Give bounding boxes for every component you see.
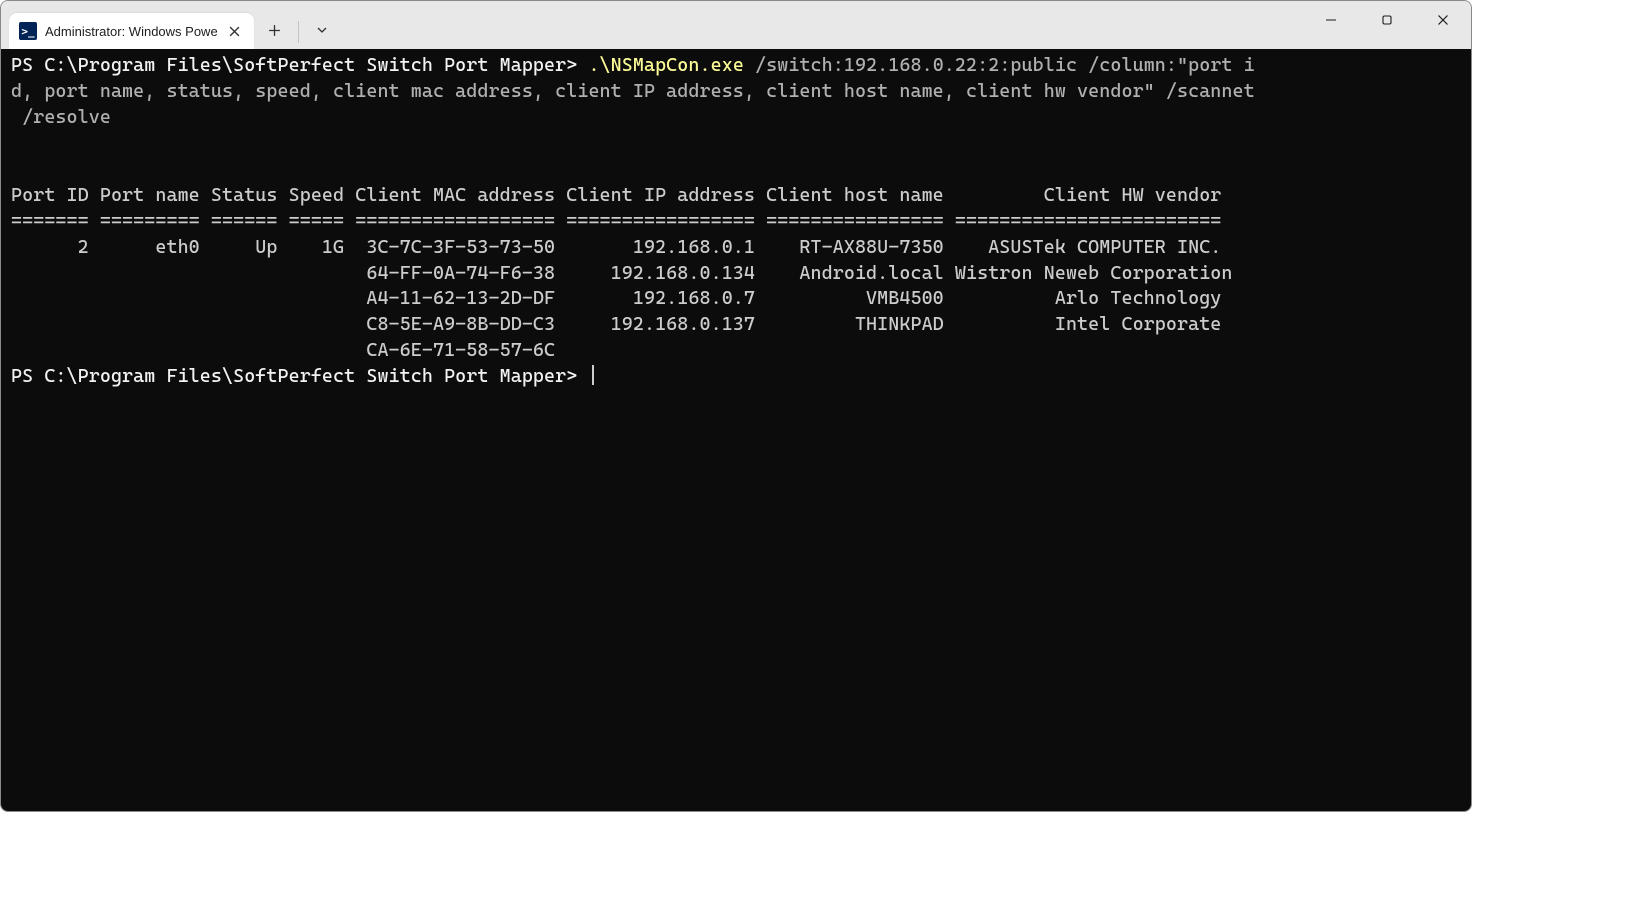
titlebar[interactable]: >_ Administrator: Windows Powe <box>1 1 1471 49</box>
command-args-3: /resolve <box>11 107 111 128</box>
new-tab-button[interactable] <box>254 13 296 47</box>
prompt: PS C:\Program Files\SoftPerfect Switch P… <box>11 366 588 387</box>
table-row: 2 eth0 Up 1G 3C-7C-3F-53-73-50 192.168.0… <box>11 237 1221 258</box>
powershell-icon: >_ <box>19 22 37 40</box>
table-row: CA-6E-71-58-57-6C <box>11 340 555 361</box>
minimize-button[interactable] <box>1303 1 1359 39</box>
command-args-2: d, port name, status, speed, client mac … <box>11 81 1255 102</box>
terminal-output[interactable]: PS C:\Program Files\SoftPerfect Switch P… <box>1 49 1471 811</box>
table-row: 64-FF-0A-74-F6-38 192.168.0.134 Android.… <box>11 263 1233 284</box>
table-header: Port ID Port name Status Speed Client MA… <box>11 185 1221 206</box>
command-exe: .\NSMapCon.exe <box>588 55 743 76</box>
tab-title: Administrator: Windows Powe <box>45 24 218 39</box>
prompt: PS C:\Program Files\SoftPerfect Switch P… <box>11 55 588 76</box>
terminal-window: >_ Administrator: Windows Powe <box>0 0 1472 812</box>
table-row: A4-11-62-13-2D-DF 192.168.0.7 VMB4500 Ar… <box>11 288 1221 309</box>
close-icon <box>1437 14 1449 26</box>
tab-close-button[interactable] <box>226 22 244 40</box>
tab-powershell[interactable]: >_ Administrator: Windows Powe <box>9 13 254 49</box>
window-controls <box>1303 1 1471 39</box>
window-close-button[interactable] <box>1415 1 1471 39</box>
titlebar-separator <box>298 21 299 43</box>
maximize-icon <box>1381 14 1393 26</box>
command-args-1: /switch:192.168.0.22:2:public /column:"p… <box>744 55 1255 76</box>
plus-icon <box>268 24 281 37</box>
chevron-down-icon <box>316 24 328 36</box>
table-row: C8-5E-A9-8B-DD-C3 192.168.0.137 THINKPAD… <box>11 314 1221 335</box>
minimize-icon <box>1325 14 1337 26</box>
close-icon <box>229 26 240 37</box>
tab-dropdown-button[interactable] <box>301 13 343 47</box>
cursor <box>592 365 594 385</box>
maximize-button[interactable] <box>1359 1 1415 39</box>
table-separator: ======= ========= ====== ===== =========… <box>11 211 1221 232</box>
